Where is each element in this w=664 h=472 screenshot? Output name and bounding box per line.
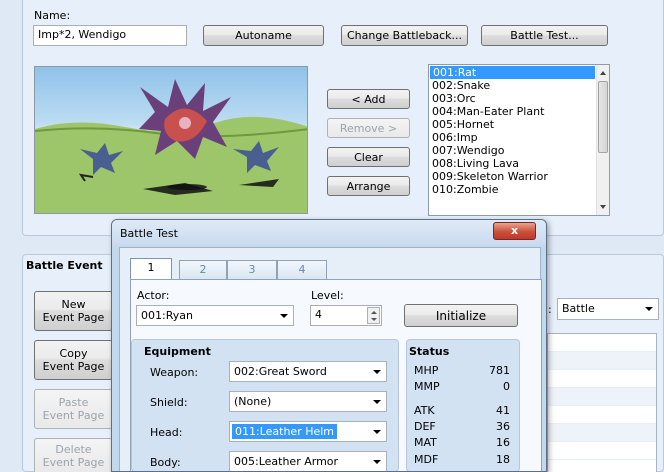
troop-sprites [35, 79, 307, 213]
scroll-down-icon[interactable] [600, 205, 606, 209]
event-contents-list[interactable] [547, 333, 657, 472]
equipment-title: Equipment [144, 345, 211, 358]
span-colon: : [548, 303, 552, 316]
spin-buttons[interactable] [367, 307, 380, 324]
chevron-down-icon [373, 460, 381, 464]
weapon-label: Weapon: [150, 366, 199, 379]
troop-name-input[interactable]: Imp*2, Wendigo [33, 25, 187, 46]
actor-value: 001:Ryan [141, 309, 193, 322]
stat-value: 0 [503, 380, 510, 393]
level-value: 4 [315, 308, 322, 321]
head-select[interactable]: 011:Leather Helm [229, 421, 387, 442]
button-line: Copy [59, 347, 88, 360]
shield-label: Shield: [150, 396, 188, 409]
shield-select[interactable]: (None) [229, 391, 387, 412]
weapon-value: 002:Great Sword [234, 365, 327, 378]
name-label: Name: [34, 9, 71, 22]
level-stepper[interactable]: 4 [310, 305, 382, 326]
head-value: 011:Leather Helm [232, 424, 338, 439]
stat-name: MDF [414, 453, 439, 466]
stat-value: 18 [496, 453, 510, 466]
list-item[interactable]: 005:Hornet [429, 118, 609, 131]
spin-down-icon[interactable] [371, 318, 377, 321]
stat-value: 36 [496, 420, 510, 433]
chevron-down-icon [645, 307, 653, 311]
list-item[interactable]: 009:Skeleton Warrior [429, 170, 609, 183]
chevron-down-icon [373, 400, 381, 404]
button-line: Paste [58, 396, 89, 409]
stat-value: 41 [496, 404, 510, 417]
stat-name: ATK [414, 404, 435, 417]
shield-value: (None) [234, 395, 272, 408]
new-event-page-button[interactable]: New Event Page [34, 291, 113, 331]
dialog-title: Battle Test [120, 227, 178, 240]
spin-up-icon[interactable] [371, 311, 377, 314]
list-item[interactable]: 010:Zombie [429, 183, 609, 196]
stat-value: 781 [489, 364, 510, 377]
level-label: Level: [311, 289, 344, 302]
tab-3[interactable]: 3 [227, 260, 277, 279]
chevron-down-icon [373, 370, 381, 374]
button-line: New [61, 298, 86, 311]
actor-label: Actor: [137, 289, 170, 302]
change-battleback-button[interactable]: Change Battleback... [341, 25, 468, 46]
remove-enemy-button: Remove > [327, 118, 410, 138]
body-label: Body: [150, 456, 181, 469]
stat-name: MAT [414, 436, 437, 449]
battleback-preview[interactable] [34, 66, 308, 214]
button-line: Event Page [42, 409, 105, 422]
stat-name: MMP [414, 380, 440, 393]
close-icon[interactable]: x [493, 222, 536, 240]
list-item[interactable]: 006:Imp [429, 131, 609, 144]
arrange-button[interactable]: Arrange [327, 176, 410, 196]
scroll-thumb[interactable] [598, 81, 608, 153]
stat-name: DEF [414, 420, 436, 433]
tab-4[interactable]: 4 [277, 260, 327, 279]
status-title: Status [409, 345, 450, 358]
chevron-down-icon [280, 314, 288, 318]
button-line: Event Page [42, 455, 105, 469]
dialog-titlebar[interactable]: Battle Test x [112, 220, 546, 246]
list-item[interactable]: 007:Wendigo [429, 144, 609, 157]
button-line: Delete [55, 442, 92, 456]
tab-2[interactable]: 2 [179, 260, 227, 279]
span-select[interactable]: Battle [557, 298, 659, 320]
button-line: Event Page [42, 360, 105, 373]
battle-event-title: Battle Event [26, 259, 103, 272]
list-item[interactable]: 001:Rat [430, 66, 595, 79]
stat-name: MHP [414, 364, 439, 377]
paste-event-page-button: Paste Event Page [34, 389, 113, 429]
delete-event-page-button: Delete Event Page [34, 438, 113, 472]
list-item[interactable]: 002:Snake [429, 79, 609, 92]
list-scrollbar[interactable] [596, 65, 609, 215]
clear-button[interactable]: Clear [327, 147, 410, 167]
battle-test-button[interactable]: Battle Test... [481, 25, 608, 46]
add-enemy-button[interactable]: < Add [327, 89, 410, 109]
scroll-up-icon[interactable] [600, 71, 606, 75]
list-item[interactable]: 003:Orc [429, 92, 609, 105]
stat-value: 16 [496, 436, 510, 449]
autoname-button[interactable]: Autoname [203, 25, 324, 46]
chevron-down-icon [373, 430, 381, 434]
weapon-select[interactable]: 002:Great Sword [229, 361, 387, 382]
initialize-button[interactable]: Initialize [404, 304, 518, 327]
head-label: Head: [150, 426, 183, 439]
list-item[interactable]: 004:Man-Eater Plant [429, 105, 609, 118]
enemy-list[interactable]: 001:Rat 002:Snake 003:Orc 004:Man-Eater … [428, 64, 610, 216]
actor-select[interactable]: 001:Ryan [136, 305, 294, 326]
list-item[interactable]: 008:Living Lava [429, 157, 609, 170]
body-select[interactable]: 005:Leather Armor [229, 451, 387, 471]
button-line: Event Page [42, 311, 105, 324]
copy-event-page-button[interactable]: Copy Event Page [34, 340, 113, 380]
span-value: Battle [562, 302, 595, 315]
tab-1[interactable]: 1 [130, 258, 172, 280]
body-value: 005:Leather Armor [234, 455, 339, 468]
battle-test-dialog: Battle Test x 1 2 3 4 Actor: 001:Ryan Le… [111, 219, 547, 472]
